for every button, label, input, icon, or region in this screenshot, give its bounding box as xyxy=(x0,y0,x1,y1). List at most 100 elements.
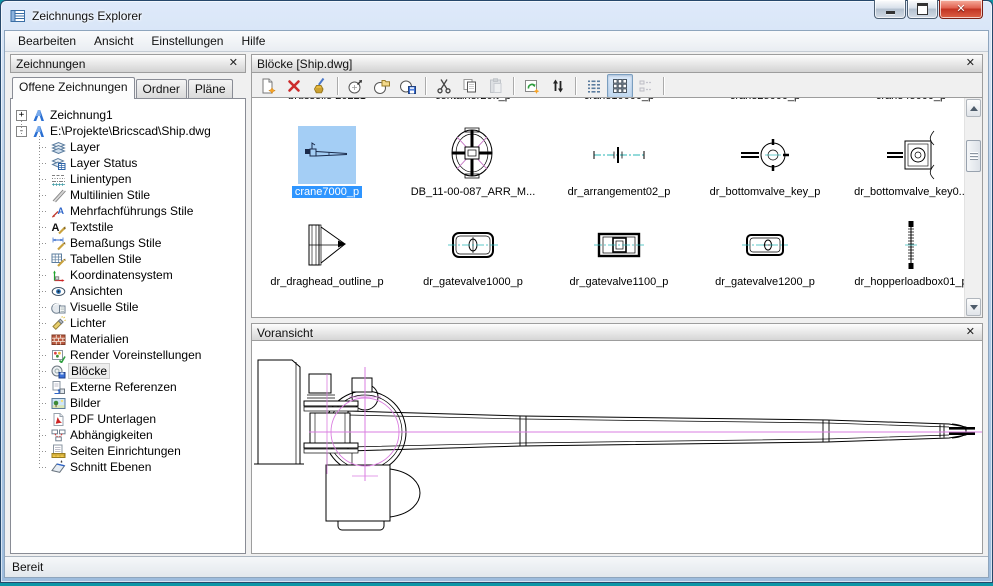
tree-item-ansichten[interactable]: Ansichten xyxy=(11,283,245,299)
tree-item-externe-referenzen[interactable]: Externe Referenzen xyxy=(11,379,245,395)
tree-item-multilinien-stile[interactable]: Multilinien Stile xyxy=(11,187,245,203)
tree-item-textstile[interactable]: A Textstile xyxy=(11,219,245,235)
tree-item-linientypen[interactable]: Linientypen xyxy=(11,171,245,187)
tree-item-visuelle-stile[interactable]: Visuelle Stile xyxy=(11,299,245,315)
block-thumbnail[interactable] xyxy=(590,126,648,184)
text-styles-icon: A xyxy=(51,220,66,235)
maximize-button[interactable] xyxy=(907,0,938,19)
titlebar[interactable]: Zeichnungs Explorer ✕ xyxy=(1,1,992,30)
block-thumbnail-selected[interactable] xyxy=(298,126,356,184)
tree-item-koordinatensystem[interactable]: Koordinatensystem xyxy=(11,267,245,283)
tree-item-bilder[interactable]: Bilder xyxy=(11,395,245,411)
tree-item-materialien[interactable]: Materialien xyxy=(11,331,245,347)
tab-plaene[interactable]: Pläne xyxy=(188,79,233,98)
details-view-button[interactable] xyxy=(581,74,607,98)
tree-item-seiten-einrichtungen[interactable]: Seiten Einrichtungen xyxy=(11,443,245,459)
menu-ansicht[interactable]: Ansicht xyxy=(85,32,142,50)
block-item-dr-arrangement02[interactable]: dr_arrangement02_p xyxy=(546,126,692,198)
block-item-dr-bottomvalve-key[interactable]: dr_bottomvalve_key_p xyxy=(692,126,838,198)
blocks-close-icon[interactable]: ✕ xyxy=(964,58,977,69)
delete-block-button[interactable] xyxy=(281,74,307,98)
tree-item-zeichnung1[interactable]: + Zeichnung1 xyxy=(11,107,245,123)
tree-view-button xyxy=(633,74,659,98)
insert-block-update-button[interactable] xyxy=(519,74,545,98)
blocks-grid: brusselle 20221 container20ft_p crane100… xyxy=(251,97,983,318)
tree-item-layer-status[interactable]: Layer Status xyxy=(11,155,245,171)
svg-text:A: A xyxy=(58,206,65,216)
block-thumbnail[interactable] xyxy=(882,126,940,184)
block-thumbnail[interactable] xyxy=(736,216,794,274)
zeichnungen-close-icon[interactable]: ✕ xyxy=(227,58,240,69)
block-item-partial[interactable] xyxy=(400,306,546,318)
block-item-dr-gatevalve1100[interactable]: dr_gatevalve1100_p xyxy=(546,216,692,288)
block-item-dr-hopperloadbox01[interactable]: dr_hopperloadbox01_p xyxy=(838,216,983,288)
blocks-panel-header: Blöcke [Ship.dwg] ✕ xyxy=(251,54,983,73)
menu-bearbeiten[interactable]: Bearbeiten xyxy=(9,32,85,50)
blocks-scrollbar[interactable] xyxy=(964,98,982,317)
render-presets-icon xyxy=(51,348,66,363)
minimize-button[interactable] xyxy=(874,0,906,19)
tree-item-pdf-unterlagen[interactable]: PDF Unterlagen xyxy=(11,411,245,427)
tree-item-render-voreinstellungen[interactable]: Render Voreinstellungen xyxy=(11,347,245,363)
new-block-button[interactable] xyxy=(255,74,281,98)
multileader-styles-icon: A xyxy=(51,204,66,219)
page-setups-icon xyxy=(51,444,66,459)
preview-close-icon[interactable]: ✕ xyxy=(964,327,977,338)
block-item-dr-gatevalve1200[interactable]: dr_gatevalve1200_p xyxy=(692,216,838,288)
window-title: Zeichnungs Explorer xyxy=(32,9,142,23)
block-thumbnail[interactable] xyxy=(882,216,940,274)
scroll-up-arrow[interactable] xyxy=(966,99,981,117)
scrollbar-thumb[interactable] xyxy=(966,140,981,172)
add-block-button[interactable] xyxy=(343,74,369,98)
menu-hilfe[interactable]: Hilfe xyxy=(232,32,274,50)
block-item-dr-draghead-outline[interactable]: dr_draghead_outline_p xyxy=(254,216,400,288)
toolbar-separator xyxy=(663,77,665,95)
copy-button[interactable] xyxy=(457,74,483,98)
tree-item-bloecke[interactable]: Blöcke xyxy=(11,363,245,379)
save-block-to-disk-button[interactable] xyxy=(395,74,421,98)
preview-canvas xyxy=(251,340,983,554)
block-item-partial[interactable] xyxy=(254,306,400,318)
menubar: Bearbeiten Ansicht Einstellungen Hilfe xyxy=(5,31,988,52)
multiline-styles-icon xyxy=(51,188,66,203)
tree-item-mehrfachfuehrungs-stile[interactable]: A Mehrfachführungs Stile xyxy=(11,203,245,219)
icons-view-button[interactable] xyxy=(607,74,633,98)
blocks-panel: Blöcke [Ship.dwg] ✕ xyxy=(251,54,983,318)
block-item-db-11-00-087[interactable]: DB_11-00-087_ARR_M... xyxy=(400,126,546,198)
block-label[interactable]: crane10000_p xyxy=(584,97,654,102)
block-row: dr_draghead_outline_p dr_gatevalve1000_p xyxy=(254,216,983,288)
scroll-down-arrow[interactable] xyxy=(966,298,981,316)
tree-item-abhaengigkeiten[interactable]: Abhängigkeiten xyxy=(11,427,245,443)
block-item-dr-gatevalve1000[interactable]: dr_gatevalve1000_p xyxy=(400,216,546,288)
block-thumbnail[interactable] xyxy=(444,126,502,184)
block-thumbnail[interactable] xyxy=(736,126,794,184)
purge-button[interactable] xyxy=(307,74,333,98)
block-item-crane7000[interactable]: crane7000_p xyxy=(254,126,400,198)
tree-item-lichter[interactable]: Lichter xyxy=(11,315,245,331)
block-item-dr-bottomvalve-key0[interactable]: dr_bottomvalve_key0... xyxy=(838,126,983,198)
images-icon xyxy=(51,396,66,411)
block-thumbnail[interactable] xyxy=(590,216,648,274)
block-label[interactable]: crane45000_p xyxy=(876,97,946,102)
block-label[interactable]: container20ft_p xyxy=(435,97,511,102)
block-label[interactable]: crane25000_p xyxy=(730,97,800,102)
tab-ordner[interactable]: Ordner xyxy=(136,79,187,98)
block-label[interactable]: brusselle 20221 xyxy=(288,97,366,102)
zeichnungs-explorer-window: Zeichnungs Explorer ✕ Bearbeiten Ansicht… xyxy=(0,0,993,583)
tab-offene-zeichnungen[interactable]: Offene Zeichnungen xyxy=(12,77,135,99)
toolbar-separator xyxy=(513,77,515,95)
tree-item-bemassungs-stile[interactable]: Bemaßungs Stile xyxy=(11,235,245,251)
block-thumbnail[interactable] xyxy=(298,216,356,274)
tree-item-tabellen-stile[interactable]: Tabellen Stile xyxy=(11,251,245,267)
open-block-button[interactable] xyxy=(369,74,395,98)
refresh-button[interactable] xyxy=(545,74,571,98)
block-thumbnail[interactable] xyxy=(444,216,502,274)
close-button[interactable]: ✕ xyxy=(939,0,983,19)
statusbar: Bereit xyxy=(5,556,988,577)
tree-item-schnitt-ebenen[interactable]: Schnitt Ebenen xyxy=(11,459,245,475)
menu-einstellungen[interactable]: Einstellungen xyxy=(142,32,232,50)
cut-button[interactable] xyxy=(431,74,457,98)
tree-item-ship-dwg[interactable]: - E:\Projekte\Bricscad\Ship.dwg xyxy=(11,123,245,139)
tree-item-layer[interactable]: Layer xyxy=(11,139,245,155)
expand-plus-icon[interactable]: + xyxy=(16,110,27,121)
